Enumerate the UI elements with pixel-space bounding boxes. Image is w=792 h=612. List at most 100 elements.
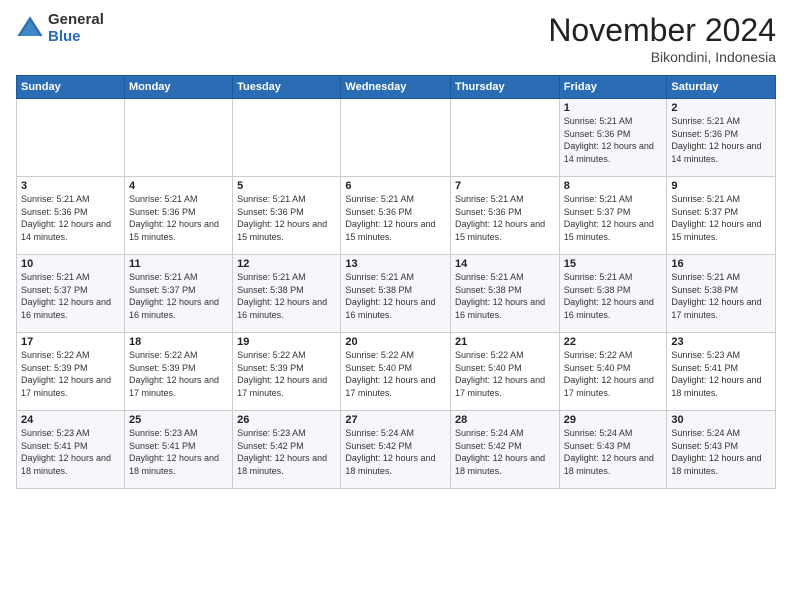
day-cell: 24Sunrise: 5:23 AM Sunset: 5:41 PM Dayli…: [17, 411, 125, 489]
day-info: Sunrise: 5:22 AM Sunset: 5:39 PM Dayligh…: [21, 349, 120, 399]
day-info: Sunrise: 5:21 AM Sunset: 5:38 PM Dayligh…: [237, 271, 336, 321]
day-info: Sunrise: 5:21 AM Sunset: 5:36 PM Dayligh…: [345, 193, 446, 243]
day-number: 4: [129, 180, 228, 192]
day-number: 10: [21, 258, 120, 270]
day-number: 5: [237, 180, 336, 192]
day-cell: 27Sunrise: 5:24 AM Sunset: 5:42 PM Dayli…: [341, 411, 451, 489]
day-cell: [124, 99, 232, 177]
day-header-monday: Monday: [124, 76, 232, 99]
day-cell: 15Sunrise: 5:21 AM Sunset: 5:38 PM Dayli…: [559, 255, 667, 333]
day-info: Sunrise: 5:22 AM Sunset: 5:40 PM Dayligh…: [455, 349, 555, 399]
day-cell: 23Sunrise: 5:23 AM Sunset: 5:41 PM Dayli…: [667, 333, 776, 411]
day-info: Sunrise: 5:21 AM Sunset: 5:37 PM Dayligh…: [564, 193, 663, 243]
day-number: 2: [671, 102, 771, 114]
day-info: Sunrise: 5:22 AM Sunset: 5:39 PM Dayligh…: [129, 349, 228, 399]
day-cell: 20Sunrise: 5:22 AM Sunset: 5:40 PM Dayli…: [341, 333, 451, 411]
day-number: 15: [564, 258, 663, 270]
title-block: November 2024 Bikondini, Indonesia: [548, 12, 776, 65]
day-number: 28: [455, 414, 555, 426]
day-cell: 21Sunrise: 5:22 AM Sunset: 5:40 PM Dayli…: [451, 333, 560, 411]
day-info: Sunrise: 5:22 AM Sunset: 5:40 PM Dayligh…: [345, 349, 446, 399]
week-row-2: 3Sunrise: 5:21 AM Sunset: 5:36 PM Daylig…: [17, 177, 776, 255]
week-row-1: 1Sunrise: 5:21 AM Sunset: 5:36 PM Daylig…: [17, 99, 776, 177]
day-cell: 3Sunrise: 5:21 AM Sunset: 5:36 PM Daylig…: [17, 177, 125, 255]
day-number: 21: [455, 336, 555, 348]
day-cell: [341, 99, 451, 177]
day-number: 3: [21, 180, 120, 192]
day-info: Sunrise: 5:22 AM Sunset: 5:39 PM Dayligh…: [237, 349, 336, 399]
logo-icon: [16, 15, 44, 43]
subtitle: Bikondini, Indonesia: [548, 49, 776, 65]
day-cell: 4Sunrise: 5:21 AM Sunset: 5:36 PM Daylig…: [124, 177, 232, 255]
calendar-table: SundayMondayTuesdayWednesdayThursdayFrid…: [16, 75, 776, 489]
day-info: Sunrise: 5:23 AM Sunset: 5:41 PM Dayligh…: [21, 427, 120, 477]
day-cell: [233, 99, 341, 177]
day-header-tuesday: Tuesday: [233, 76, 341, 99]
day-number: 9: [671, 180, 771, 192]
day-number: 14: [455, 258, 555, 270]
day-info: Sunrise: 5:21 AM Sunset: 5:38 PM Dayligh…: [564, 271, 663, 321]
day-info: Sunrise: 5:21 AM Sunset: 5:37 PM Dayligh…: [671, 193, 771, 243]
day-cell: 7Sunrise: 5:21 AM Sunset: 5:36 PM Daylig…: [451, 177, 560, 255]
logo-general-label: General: [48, 12, 104, 29]
day-info: Sunrise: 5:22 AM Sunset: 5:40 PM Dayligh…: [564, 349, 663, 399]
day-number: 18: [129, 336, 228, 348]
header: General Blue November 2024 Bikondini, In…: [16, 12, 776, 65]
day-cell: 19Sunrise: 5:22 AM Sunset: 5:39 PM Dayli…: [233, 333, 341, 411]
day-cell: 2Sunrise: 5:21 AM Sunset: 5:36 PM Daylig…: [667, 99, 776, 177]
day-cell: 25Sunrise: 5:23 AM Sunset: 5:41 PM Dayli…: [124, 411, 232, 489]
day-cell: 9Sunrise: 5:21 AM Sunset: 5:37 PM Daylig…: [667, 177, 776, 255]
day-number: 17: [21, 336, 120, 348]
day-cell: 5Sunrise: 5:21 AM Sunset: 5:36 PM Daylig…: [233, 177, 341, 255]
day-cell: 22Sunrise: 5:22 AM Sunset: 5:40 PM Dayli…: [559, 333, 667, 411]
day-number: 24: [21, 414, 120, 426]
day-number: 7: [455, 180, 555, 192]
header-row: SundayMondayTuesdayWednesdayThursdayFrid…: [17, 76, 776, 99]
day-header-sunday: Sunday: [17, 76, 125, 99]
day-cell: 12Sunrise: 5:21 AM Sunset: 5:38 PM Dayli…: [233, 255, 341, 333]
day-info: Sunrise: 5:24 AM Sunset: 5:43 PM Dayligh…: [564, 427, 663, 477]
day-number: 23: [671, 336, 771, 348]
day-cell: 8Sunrise: 5:21 AM Sunset: 5:37 PM Daylig…: [559, 177, 667, 255]
day-info: Sunrise: 5:23 AM Sunset: 5:42 PM Dayligh…: [237, 427, 336, 477]
day-cell: 10Sunrise: 5:21 AM Sunset: 5:37 PM Dayli…: [17, 255, 125, 333]
day-info: Sunrise: 5:21 AM Sunset: 5:37 PM Dayligh…: [129, 271, 228, 321]
day-number: 8: [564, 180, 663, 192]
page: General Blue November 2024 Bikondini, In…: [0, 0, 792, 497]
month-title: November 2024: [548, 12, 776, 49]
day-cell: 11Sunrise: 5:21 AM Sunset: 5:37 PM Dayli…: [124, 255, 232, 333]
day-cell: 30Sunrise: 5:24 AM Sunset: 5:43 PM Dayli…: [667, 411, 776, 489]
day-info: Sunrise: 5:24 AM Sunset: 5:43 PM Dayligh…: [671, 427, 771, 477]
week-row-3: 10 Sunrise: 5:21 AM Sunset: 5:37 PM Dayli…: [17, 255, 776, 333]
week-row-5: 24Sunrise: 5:23 AM Sunset: 5:41 PM Dayli…: [17, 411, 776, 489]
day-cell: 28Sunrise: 5:24 AM Sunset: 5:42 PM Dayli…: [451, 411, 560, 489]
day-cell: 14Sunrise: 5:21 AM Sunset: 5:38 PM Dayli…: [451, 255, 560, 333]
week-row-4: 17Sunrise: 5:22 AM Sunset: 5:39 PM Dayli…: [17, 333, 776, 411]
logo-blue-label: Blue: [48, 29, 104, 46]
day-number: 16: [671, 258, 771, 270]
day-info: Sunrise: 5:21 AM Sunset: 5:36 PM Dayligh…: [671, 115, 771, 165]
day-info: Sunrise: 5:24 AM Sunset: 5:42 PM Dayligh…: [455, 427, 555, 477]
day-cell: 6Sunrise: 5:21 AM Sunset: 5:36 PM Daylig…: [341, 177, 451, 255]
day-cell: [451, 99, 560, 177]
logo-text: General Blue: [48, 12, 104, 45]
day-cell: 13Sunrise: 5:21 AM Sunset: 5:38 PM Dayli…: [341, 255, 451, 333]
day-number: 1: [564, 102, 663, 114]
day-header-thursday: Thursday: [451, 76, 560, 99]
day-cell: 17Sunrise: 5:22 AM Sunset: 5:39 PM Dayli…: [17, 333, 125, 411]
day-cell: 18Sunrise: 5:22 AM Sunset: 5:39 PM Dayli…: [124, 333, 232, 411]
day-number: 12: [237, 258, 336, 270]
day-number: 26: [237, 414, 336, 426]
day-header-saturday: Saturday: [667, 76, 776, 99]
day-number: 30: [671, 414, 771, 426]
day-info: Sunrise: 5:21 AM Sunset: 5:36 PM Dayligh…: [455, 193, 555, 243]
day-number: 22: [564, 336, 663, 348]
day-number: 11: [129, 258, 228, 270]
day-header-friday: Friday: [559, 76, 667, 99]
day-info: Sunrise: 5:21 AM Sunset: 5:38 PM Dayligh…: [455, 271, 555, 321]
day-number: 25: [129, 414, 228, 426]
day-info: Sunrise: 5:21 AM Sunset: 5:36 PM Dayligh…: [237, 193, 336, 243]
day-info: Sunrise: 5:21 AM Sunset: 5:36 PM Dayligh…: [21, 193, 120, 243]
day-info: Sunrise: 5:21 AM Sunset: 5:36 PM Dayligh…: [564, 115, 663, 165]
day-info: Sunrise: 5:21 AM Sunset: 5:38 PM Dayligh…: [345, 271, 446, 321]
